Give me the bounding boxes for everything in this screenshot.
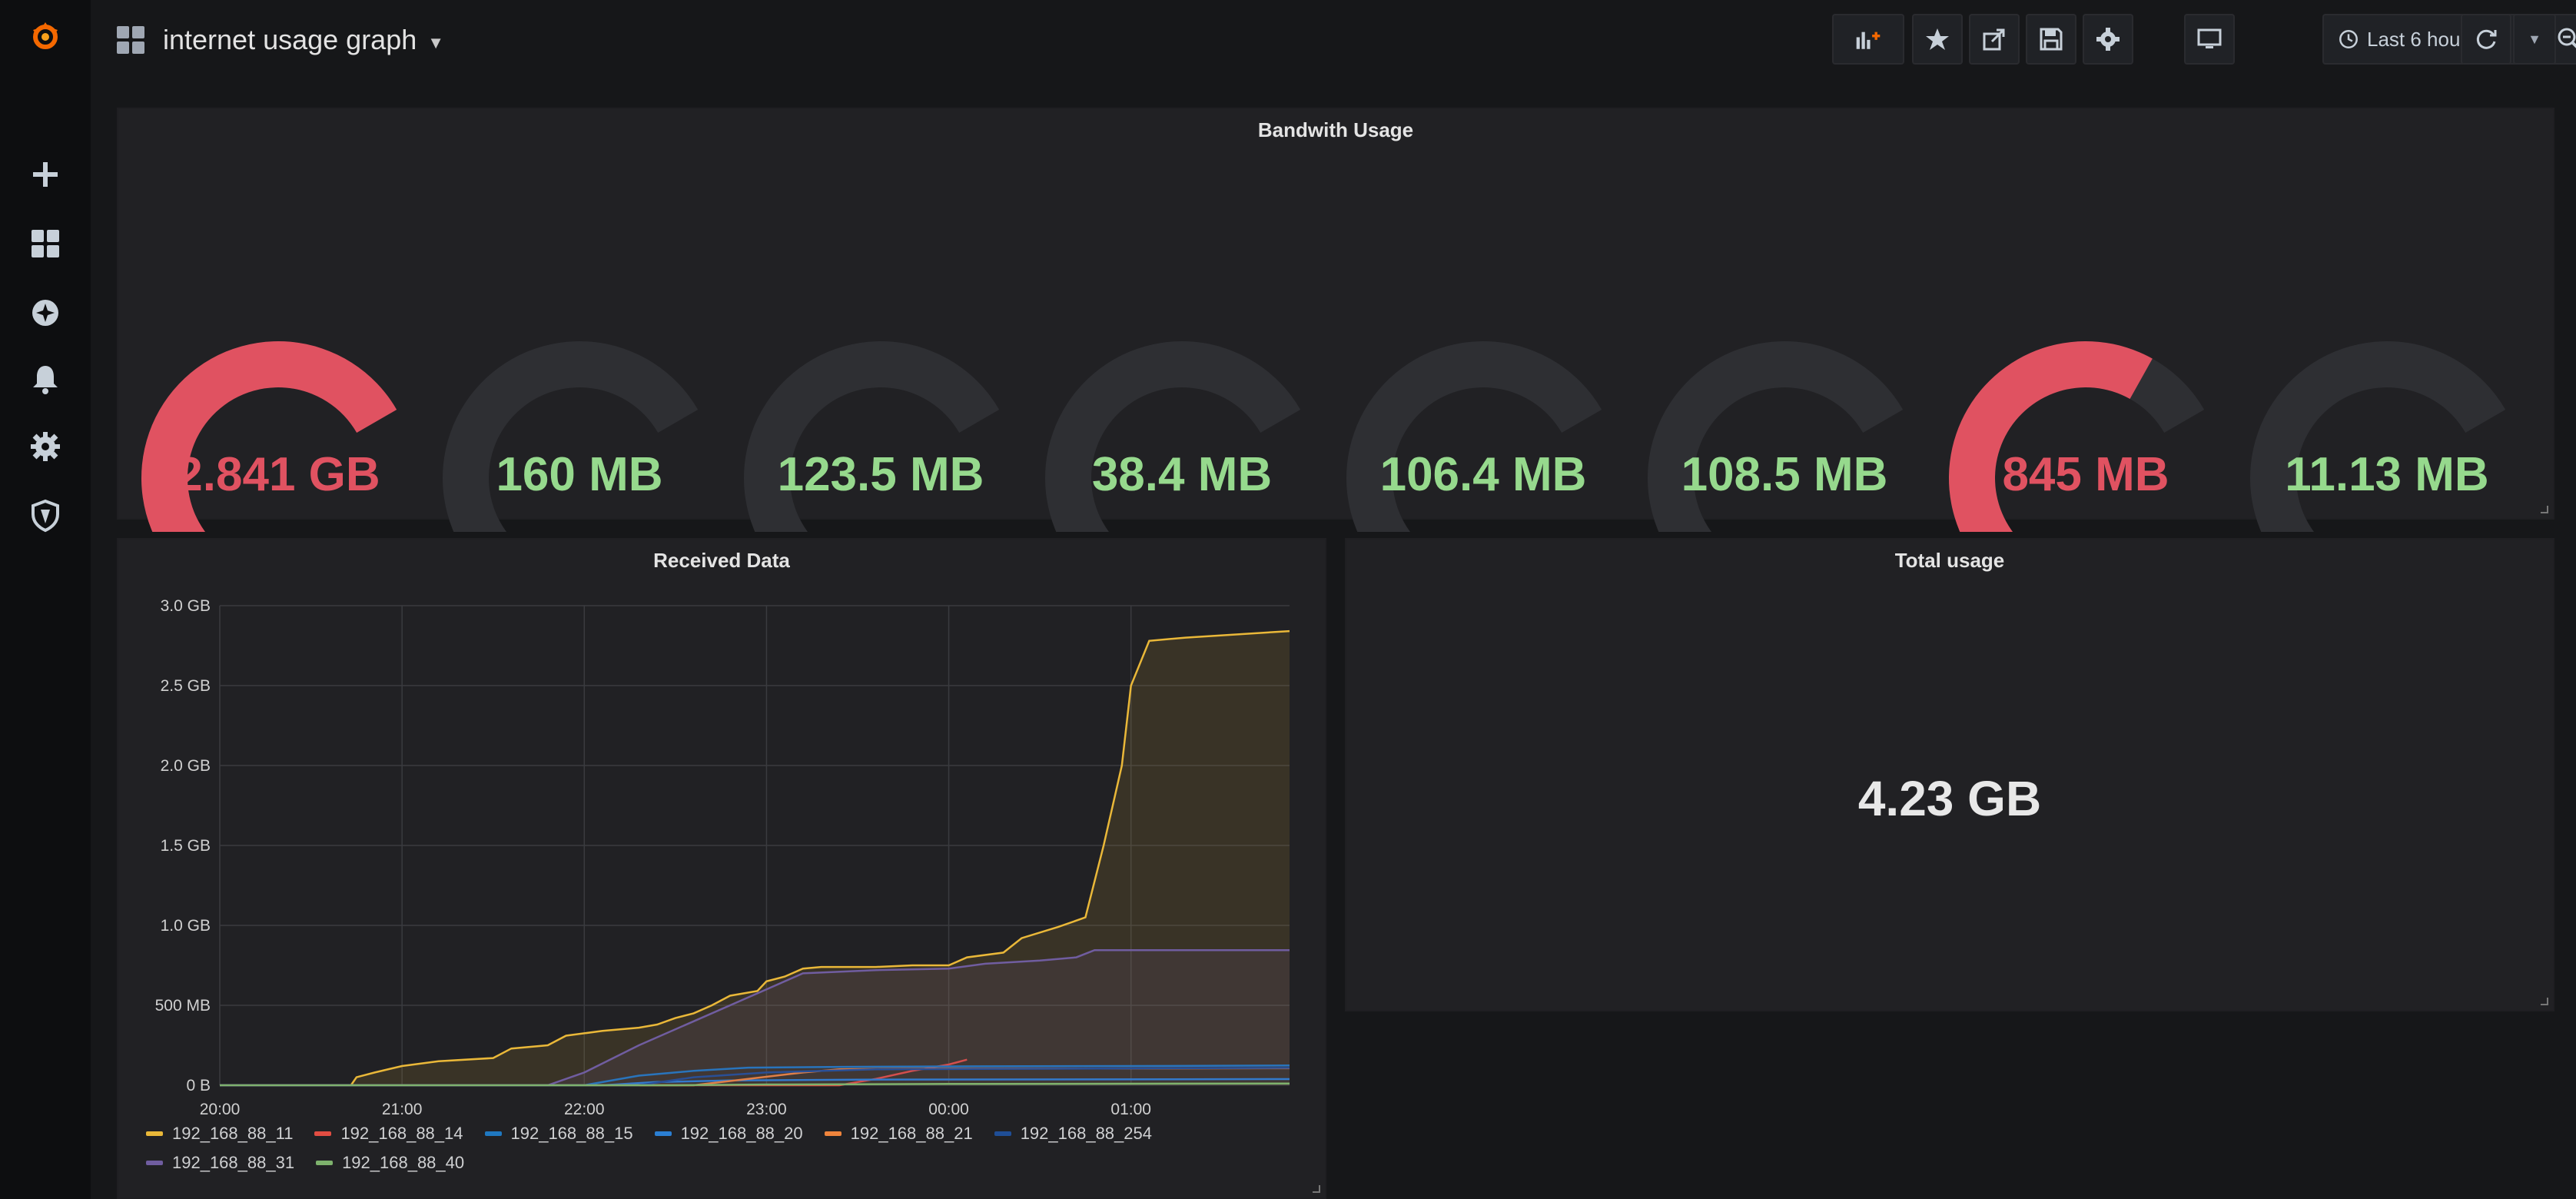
bandwidth-usage-panel: Bandwith Usage 2.841 GB192_168_88_11160 …: [117, 108, 2554, 596]
legend-label: 192_168_88_14: [340, 1124, 463, 1143]
total-usage-panel: Total usage 4.23 GB: [1345, 538, 2554, 1011]
legend-label: 192_168_88_20: [680, 1124, 803, 1143]
legend-swatch: [146, 1131, 163, 1136]
shield-icon[interactable]: [26, 497, 65, 535]
star-icon: [1926, 28, 1949, 50]
x-tick-label: 01:00: [1110, 1101, 1151, 1118]
refresh-interval-dropdown[interactable]: ▼: [2513, 14, 2556, 65]
legend-swatch: [316, 1161, 334, 1165]
legend-swatch: [146, 1161, 163, 1165]
gauge-track: [1045, 341, 1301, 532]
y-tick-label: 2.0 GB: [161, 757, 211, 775]
legend-item-192_168_88_14[interactable]: 192_168_88_14: [314, 1124, 463, 1144]
legend-swatch: [994, 1131, 1011, 1136]
gauge-value: 108.5 MB: [1681, 448, 1888, 501]
legend-item-192_168_88_254[interactable]: 192_168_88_254: [994, 1124, 1152, 1144]
save-icon: [2040, 28, 2063, 51]
gauge-track: [1346, 341, 1602, 532]
gauge-value: 2.841 GB: [176, 448, 380, 501]
clock-icon: [2339, 30, 2358, 48]
refresh-icon: [2476, 29, 2497, 49]
y-tick-label: 500 MB: [155, 997, 211, 1015]
panel-resize-handle[interactable]: [2541, 506, 2548, 513]
legend-label: 192_168_88_11: [172, 1124, 294, 1143]
legend-item-192_168_88_20[interactable]: 192_168_88_20: [654, 1124, 803, 1144]
save-dashboard-button[interactable]: [2026, 14, 2076, 65]
configuration-icon[interactable]: [26, 427, 65, 466]
series-area-192_168_88_31: [220, 950, 1290, 1085]
dashboard-grid-icon: [117, 26, 144, 54]
legend-label: 192_168_88_15: [510, 1124, 633, 1143]
legend-item-192_168_88_21[interactable]: 192_168_88_21: [824, 1124, 973, 1144]
legend-swatch: [654, 1131, 672, 1136]
legend-label: 192_168_88_21: [850, 1124, 973, 1143]
received-data-panel: Received Data 0 B 500 MB 1.0 GB 1.5 GB 2.0 G…: [117, 538, 1326, 1199]
gauge-value: 160 MB: [496, 448, 663, 501]
received-data-chart: 0 B 500 MB 1.0 GB 1.5 GB 2.0 GB 2.5 GB 3.0 GB 2…: [155, 597, 1290, 1118]
legend-label: 192_168_88_40: [342, 1153, 465, 1172]
grafana-logo-icon[interactable]: [26, 17, 65, 55]
panel-title: Total usage: [1894, 549, 2005, 572]
alerting-icon[interactable]: [26, 360, 65, 398]
total-usage-value: 4.23 GB: [1857, 771, 2042, 826]
gauge-track: [1648, 341, 1904, 532]
cycle-view-mode-button[interactable]: [2184, 14, 2235, 65]
gauge-fill: [1949, 341, 2153, 532]
dashboards-icon[interactable]: [26, 224, 65, 263]
star-dashboard-button[interactable]: [1912, 14, 1963, 65]
dashboard-title-dropdown[interactable]: internet usage graph ▼: [115, 17, 444, 63]
chevron-down-icon: ▼: [2528, 31, 2541, 47]
refresh-button[interactable]: [2461, 14, 2511, 65]
gauge-value: 106.4 MB: [1379, 448, 1587, 501]
x-tick-label: 23:00: [746, 1101, 787, 1118]
x-tick-label: 21:00: [382, 1101, 423, 1118]
plus-icon[interactable]: [26, 155, 65, 194]
gauge-value: 38.4 MB: [1091, 448, 1273, 501]
legend-swatch: [484, 1131, 502, 1136]
legend-item-192_168_88_40[interactable]: 192_168_88_40: [316, 1153, 464, 1173]
gauge-fill: [141, 341, 397, 532]
share-icon: [1983, 28, 2005, 51]
top-navbar: internet usage graph ▼ Last 6 hours: [91, 0, 2576, 80]
gauge-track: [744, 341, 1000, 532]
gauge-value: 845 MB: [2002, 448, 2169, 501]
sidebar: [0, 0, 91, 1199]
zoom-out-icon: [2558, 28, 2576, 48]
legend-swatch: [314, 1131, 332, 1136]
dashboard-settings-button[interactable]: [2083, 14, 2133, 65]
x-tick-label: 20:00: [200, 1101, 241, 1118]
dashboard-title: internet usage graph: [163, 24, 417, 55]
panel-title: Bandwith Usage: [1257, 118, 1414, 141]
chart-legend: 192_168_88_11 192_168_88_14 192_168_88_15 1…: [146, 1124, 1299, 1173]
gauge-value: 123.5 MB: [777, 448, 984, 501]
gear-icon: [2096, 28, 2120, 51]
add-panel-button[interactable]: [1832, 14, 1904, 65]
y-tick-label: 0 B: [186, 1077, 211, 1094]
y-tick-label: 2.5 GB: [161, 677, 211, 695]
legend-item-192_168_88_15[interactable]: 192_168_88_15: [484, 1124, 633, 1144]
y-tick-label: 1.0 GB: [161, 917, 211, 935]
x-tick-label: 22:00: [564, 1101, 605, 1118]
panel-resize-handle[interactable]: [2541, 998, 2548, 1005]
y-tick-label: 3.0 GB: [161, 597, 211, 615]
y-tick-label: 1.5 GB: [161, 837, 211, 855]
chevron-down-icon: ▼: [427, 33, 445, 52]
explore-icon[interactable]: [26, 294, 65, 332]
x-tick-label: 00:00: [928, 1101, 969, 1118]
add-panel-icon: [1856, 32, 1881, 49]
legend-label: 192_168_88_254: [1020, 1124, 1152, 1143]
legend-swatch: [824, 1131, 842, 1136]
gauge-value: 11.13 MB: [2285, 448, 2489, 501]
legend-item-192_168_88_11[interactable]: 192_168_88_11: [146, 1124, 293, 1144]
panel-resize-handle[interactable]: [1313, 1185, 1320, 1193]
legend-label: 192_168_88_31: [172, 1153, 295, 1172]
legend-item-192_168_88_31[interactable]: 192_168_88_31: [146, 1153, 294, 1173]
gauge-track: [443, 341, 699, 532]
monitor-icon: [2197, 28, 2222, 48]
share-dashboard-button[interactable]: [1969, 14, 2020, 65]
gauge-track: [2250, 341, 2506, 532]
